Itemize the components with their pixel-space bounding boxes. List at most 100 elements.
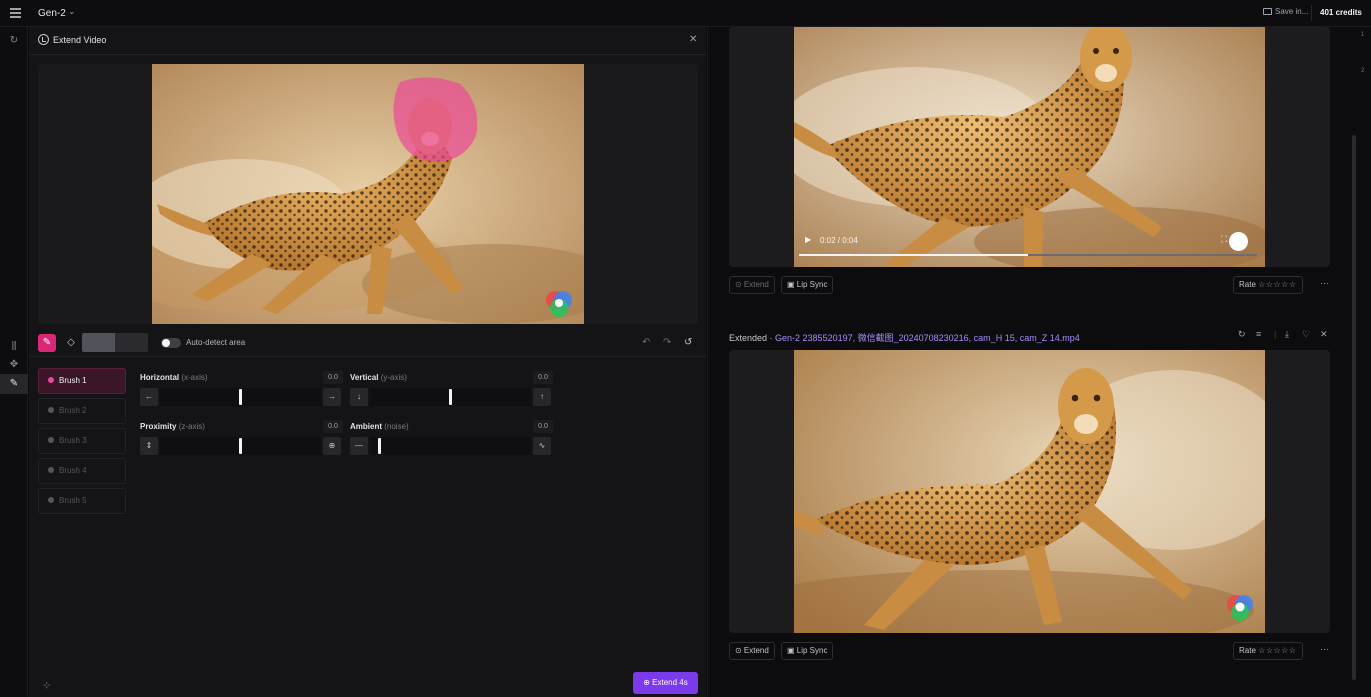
ambient-slider-row: — ∿	[350, 437, 553, 455]
rate-widget[interactable]: Rate ☆☆☆☆☆	[1233, 642, 1303, 660]
chevron-down-icon[interactable]: ⌄	[68, 6, 76, 17]
brush-canvas[interactable]	[38, 64, 698, 324]
divider	[1311, 5, 1312, 21]
fullscreen-icon[interactable]: ⛶	[1221, 234, 1227, 245]
source-frame-image	[152, 64, 584, 324]
more-icon[interactable]: ···	[1320, 278, 1329, 288]
redo-icon[interactable]: ↷	[663, 337, 671, 348]
page-number: 2	[1361, 68, 1365, 74]
adjust-icon[interactable]: ⫼	[0, 337, 28, 357]
reset-icon[interactable]: ↺	[684, 337, 692, 348]
scrollbar-thumb[interactable]	[1352, 135, 1356, 680]
vertical-slider[interactable]	[370, 388, 531, 406]
proximity-label: Proximity (z-axis)	[140, 422, 205, 431]
brush-1-button[interactable]: Brush 1	[38, 368, 126, 394]
slider-knob[interactable]	[449, 389, 452, 405]
more-icon[interactable]: ···	[1320, 644, 1329, 654]
auto-detect-toggle[interactable]	[161, 338, 181, 348]
history-icon[interactable]: ↻	[0, 31, 28, 51]
brush-color-dot	[48, 437, 54, 443]
brush-size-slider[interactable]	[82, 333, 148, 352]
save-in-button[interactable]: Save in...	[1263, 7, 1308, 16]
menu-icon[interactable]	[10, 8, 21, 18]
close-button[interactable]: ✕	[689, 34, 697, 45]
slider-knob[interactable]	[239, 438, 242, 454]
horizontal-value[interactable]: 0.0	[323, 371, 343, 384]
lip-sync-button[interactable]: ▣ Lip Sync	[781, 276, 834, 294]
result-title: Extended · Gen-2 2385520197, 微信截图_202407…	[729, 333, 1080, 343]
extend-video-panel: Extend Video ✕ ✎ ◇ Auto-detect area ↶ ↷ …	[29, 27, 706, 697]
slider-knob[interactable]	[378, 438, 381, 454]
noise-icon[interactable]: ∿	[533, 437, 551, 455]
list-icon[interactable]: ≡	[1256, 329, 1261, 339]
divider	[707, 27, 708, 697]
heart-icon[interactable]: ♡	[1302, 329, 1310, 340]
zoom-out-icon[interactable]: ⇕	[140, 437, 158, 455]
eraser-icon[interactable]: ◇	[62, 334, 80, 352]
brush-tool-icon[interactable]: ✎	[38, 334, 56, 352]
credits-count[interactable]: 401 credits	[1320, 8, 1362, 17]
brush-5-button[interactable]: Brush 5	[38, 488, 126, 514]
folder-icon	[1263, 8, 1272, 15]
proximity-slider-row: ⇕ ⊕	[140, 437, 343, 455]
brush-label: Brush 4	[59, 466, 87, 475]
ambient-value[interactable]: 0.0	[533, 420, 553, 433]
vertical-value[interactable]: 0.0	[533, 371, 553, 384]
rate-widget[interactable]: Rate ☆☆☆☆☆	[1233, 276, 1303, 294]
extend-button[interactable]: ⊙ Extend	[729, 276, 775, 294]
download-icon[interactable]: ⤓	[1285, 329, 1289, 340]
brush-mask-highlight	[393, 77, 478, 162]
move-icon[interactable]: ✥	[0, 355, 28, 375]
arrow-down-icon[interactable]: ↓	[350, 388, 368, 406]
brush-size-fill	[82, 333, 115, 352]
video-progress-track[interactable]	[799, 254, 1257, 256]
regenerate-icon[interactable]: ↻	[1238, 329, 1246, 340]
zoom-in-icon[interactable]: ⊕	[323, 437, 341, 455]
arrow-left-icon[interactable]: ←	[140, 388, 158, 406]
slider-knob[interactable]	[239, 389, 242, 405]
lip-sync-button[interactable]: ▣ Lip Sync	[781, 642, 834, 660]
rate-label: Rate	[1239, 646, 1256, 655]
save-in-label: Save in...	[1275, 7, 1309, 16]
proximity-value[interactable]: 0.0	[323, 420, 343, 433]
brush-color-dot	[48, 467, 54, 473]
model-selector[interactable]: Gen-2	[38, 8, 66, 19]
horizontal-slider[interactable]	[160, 388, 321, 406]
vertical-slider-row: ↓ ↑	[350, 388, 553, 406]
brush-color-dot	[48, 497, 54, 503]
play-icon[interactable]: ▶	[805, 235, 811, 244]
star-icons[interactable]: ☆☆☆☆☆	[1258, 646, 1296, 655]
minus-icon[interactable]: —	[350, 437, 368, 455]
brush-color-dot	[48, 407, 54, 413]
ambient-label: Ambient (noise)	[350, 422, 409, 431]
brush-list: Brush 1 Brush 2 Brush 3 Brush 4 Brush 5	[38, 368, 128, 518]
brush-2-button[interactable]: Brush 2	[38, 398, 126, 424]
arrow-up-icon[interactable]: ↑	[533, 388, 551, 406]
add-keyframe-icon[interactable]: ⊹	[43, 680, 51, 691]
divider: |	[1274, 329, 1277, 339]
star-icons[interactable]: ☆☆☆☆☆	[1258, 280, 1296, 289]
video-time: 0:02 / 0:04	[820, 236, 858, 245]
arrow-right-icon[interactable]: →	[323, 388, 341, 406]
result-video-player[interactable]	[729, 350, 1330, 633]
motion-brush-icon[interactable]: ✎	[0, 374, 28, 394]
ambient-slider[interactable]	[370, 437, 531, 455]
proximity-slider[interactable]	[160, 437, 321, 455]
scrub-handle[interactable]	[1229, 232, 1248, 251]
rate-label: Rate	[1239, 280, 1256, 289]
auto-detect-label: Auto-detect area	[186, 338, 246, 347]
extend-4s-button[interactable]: ⊕ Extend 4s	[633, 672, 698, 694]
panel-header: Extend Video ✕	[29, 27, 706, 55]
undo-icon[interactable]: ↶	[642, 337, 650, 348]
brush-3-button[interactable]: Brush 3	[38, 428, 126, 454]
result-filename[interactable]: Gen-2 2385520197, 微信截图_20240708230216, c…	[775, 333, 1080, 343]
video-progress-fill	[799, 254, 1028, 256]
color-wheel-icon	[546, 291, 572, 317]
extend-button[interactable]: ⊙ Extend	[729, 642, 775, 660]
vertical-label: Vertical (y-axis)	[350, 373, 407, 382]
panel-title: Extend Video	[53, 35, 107, 45]
brush-4-button[interactable]: Brush 4	[38, 458, 126, 484]
horizontal-label: Horizontal (x-axis)	[140, 373, 208, 382]
close-icon[interactable]: ✕	[1320, 329, 1328, 340]
result-video-player[interactable]: ▶ 0:02 / 0:04 ⛶	[729, 27, 1330, 267]
